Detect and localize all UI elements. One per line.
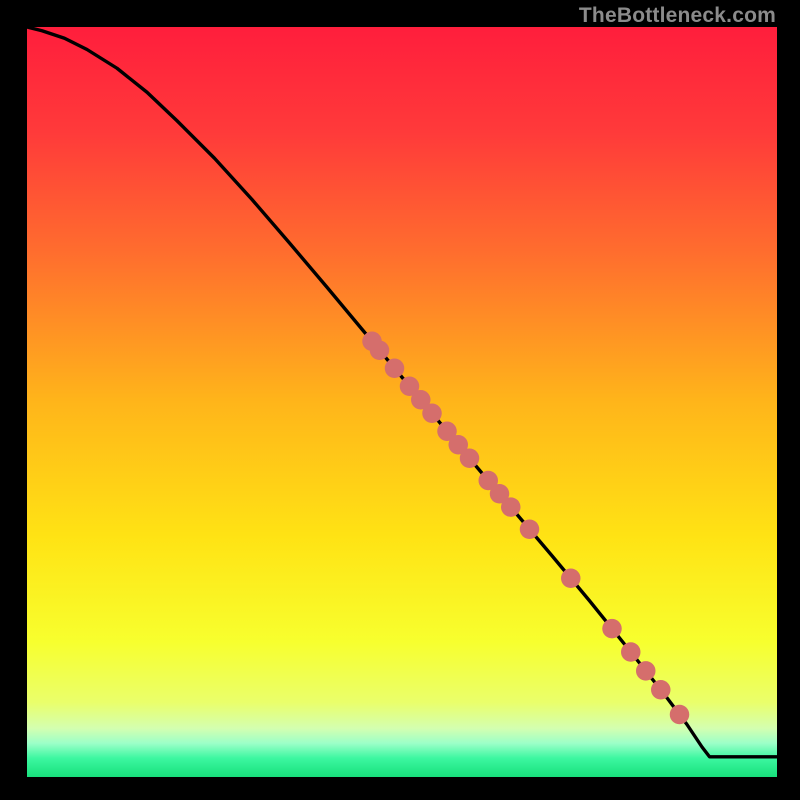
marker-point xyxy=(385,359,405,379)
marker-point xyxy=(561,569,580,588)
marker-point xyxy=(422,404,442,424)
plot-area xyxy=(27,27,777,777)
chart-stage: TheBottleneck.com xyxy=(0,0,800,800)
marker-point xyxy=(460,449,480,469)
marker-point xyxy=(636,661,655,681)
marker-point xyxy=(670,705,689,724)
chart-curve xyxy=(27,27,777,777)
marker-point xyxy=(602,619,621,639)
watermark: TheBottleneck.com xyxy=(579,4,776,28)
marker-point xyxy=(520,519,539,539)
curve-markers xyxy=(362,332,689,725)
marker-point xyxy=(621,642,640,662)
marker-point xyxy=(370,341,390,360)
watermark-text: TheBottleneck.com xyxy=(579,4,776,27)
marker-point xyxy=(651,680,670,699)
marker-point xyxy=(501,497,521,517)
